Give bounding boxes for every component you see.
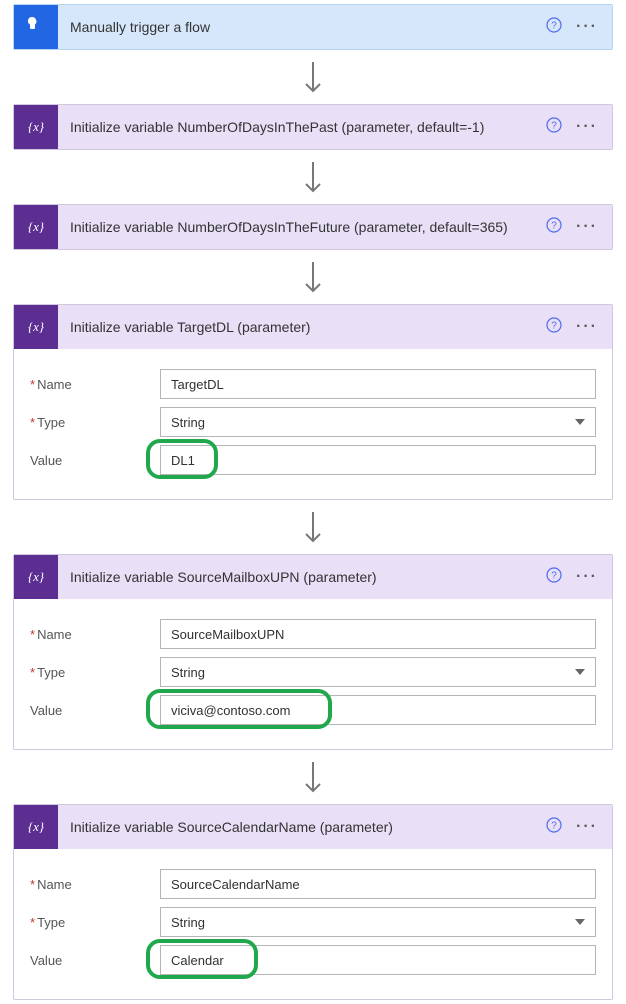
name-label: Name <box>30 877 160 892</box>
help-icon[interactable]: ? <box>546 217 562 237</box>
touch-icon <box>14 5 58 49</box>
value-label: Value <box>30 703 160 718</box>
svg-text:{x}: {x} <box>28 119 45 134</box>
arrow-connector <box>301 260 325 298</box>
help-icon[interactable]: ? <box>546 317 562 337</box>
variable-icon: {x} <box>14 205 58 249</box>
name-input[interactable]: TargetDL <box>160 369 596 399</box>
type-select[interactable]: String <box>160 907 596 937</box>
svg-text:{x}: {x} <box>28 819 45 834</box>
more-menu-icon[interactable]: ··· <box>576 569 598 585</box>
variable-icon: {x} <box>14 555 58 599</box>
more-menu-icon[interactable]: ··· <box>576 19 598 35</box>
name-label: Name <box>30 377 160 392</box>
type-select[interactable]: String <box>160 407 596 437</box>
name-input[interactable]: SourceMailboxUPN <box>160 619 596 649</box>
card-title: Initialize variable TargetDL (parameter) <box>70 319 534 335</box>
help-icon[interactable]: ? <box>546 567 562 587</box>
variable-card: {x} Initialize variable TargetDL (paramet… <box>13 304 613 500</box>
more-menu-icon[interactable]: ··· <box>576 119 598 135</box>
card-header[interactable]: {x} Initialize variable NumberOfDaysInThe… <box>14 205 612 249</box>
svg-text:?: ? <box>551 571 557 582</box>
type-label: Type <box>30 915 160 930</box>
type-label: Type <box>30 665 160 680</box>
more-menu-icon[interactable]: ··· <box>576 319 598 335</box>
svg-text:{x}: {x} <box>28 319 45 334</box>
help-icon[interactable]: ? <box>546 17 562 37</box>
value-input[interactable]: viciva@contoso.com <box>160 695 596 725</box>
svg-text:?: ? <box>551 221 557 232</box>
card-title: Initialize variable NumberOfDaysInThePas… <box>70 119 534 135</box>
card-header[interactable]: {x} Initialize variable TargetDL (paramet… <box>14 305 612 349</box>
variable-icon: {x} <box>14 305 58 349</box>
card-actions: ? ··· <box>546 567 612 587</box>
variable-card: {x} Initialize variable SourceMailboxUPN … <box>13 554 613 750</box>
card-actions: ? ··· <box>546 17 612 37</box>
value-input[interactable]: DL1 <box>160 445 596 475</box>
variable-card: {x} Initialize variable NumberOfDaysInThe… <box>13 204 613 250</box>
value-label: Value <box>30 453 160 468</box>
variable-icon: {x} <box>14 805 58 849</box>
value-input[interactable]: Calendar <box>160 945 596 975</box>
svg-text:{x}: {x} <box>28 219 45 234</box>
card-body: NameSourceMailboxUPN TypeString Valueviciv… <box>14 599 612 749</box>
variable-card: {x} Initialize variable SourceCalendarNam… <box>13 804 613 1000</box>
card-header[interactable]: {x} Initialize variable NumberOfDaysInThe… <box>14 105 612 149</box>
arrow-connector <box>301 160 325 198</box>
card-header[interactable]: {x} Initialize variable SourceCalendarNam… <box>14 805 612 849</box>
name-input[interactable]: SourceCalendarName <box>160 869 596 899</box>
more-menu-icon[interactable]: ··· <box>576 819 598 835</box>
card-title: Initialize variable SourceMailboxUPN (pa… <box>70 569 534 585</box>
type-label: Type <box>30 415 160 430</box>
svg-text:?: ? <box>551 121 557 132</box>
value-label: Value <box>30 953 160 968</box>
card-header[interactable]: {x} Initialize variable SourceMailboxUPN … <box>14 555 612 599</box>
variable-card: {x} Initialize variable NumberOfDaysInThe… <box>13 104 613 150</box>
name-label: Name <box>30 627 160 642</box>
card-title: Initialize variable NumberOfDaysInTheFut… <box>70 219 534 235</box>
card-title: Initialize variable SourceCalendarName (… <box>70 819 534 835</box>
svg-text:?: ? <box>551 21 557 32</box>
help-icon[interactable]: ? <box>546 817 562 837</box>
svg-text:?: ? <box>551 321 557 332</box>
help-icon[interactable]: ? <box>546 117 562 137</box>
trigger-card: Manually trigger a flow? ··· <box>13 4 613 50</box>
card-title: Manually trigger a flow <box>70 19 534 35</box>
more-menu-icon[interactable]: ··· <box>576 219 598 235</box>
variable-icon: {x} <box>14 105 58 149</box>
svg-text:?: ? <box>551 821 557 832</box>
arrow-connector <box>301 60 325 98</box>
arrow-connector <box>301 510 325 548</box>
card-actions: ? ··· <box>546 217 612 237</box>
card-header[interactable]: Manually trigger a flow? ··· <box>14 5 612 49</box>
card-body: NameTargetDL TypeString ValueDL1 <box>14 349 612 499</box>
card-body: NameSourceCalendarName TypeString ValueCal… <box>14 849 612 999</box>
type-select[interactable]: String <box>160 657 596 687</box>
arrow-connector <box>301 760 325 798</box>
card-actions: ? ··· <box>546 117 612 137</box>
svg-text:{x}: {x} <box>28 569 45 584</box>
card-actions: ? ··· <box>546 317 612 337</box>
card-actions: ? ··· <box>546 817 612 837</box>
